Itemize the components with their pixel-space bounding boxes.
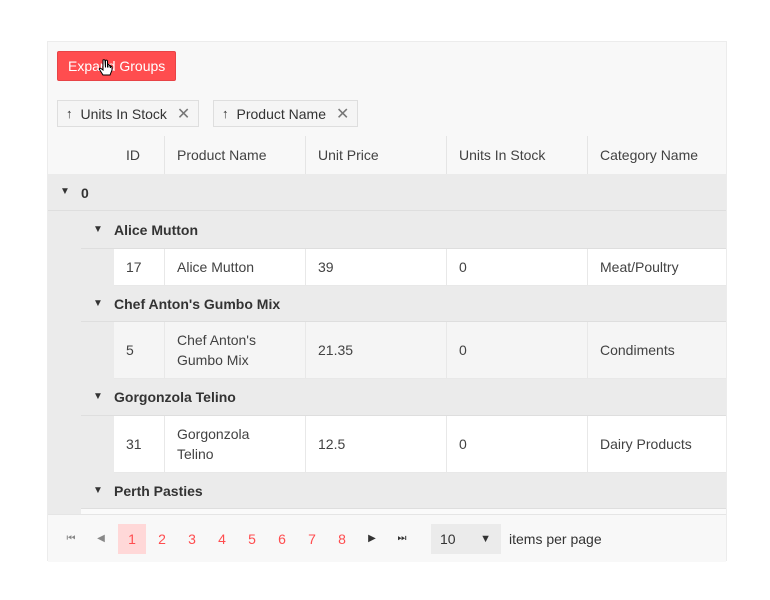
page-size-select[interactable]: 10 ▼ <box>431 524 501 554</box>
sort-ascending-icon: ↑ <box>66 106 73 121</box>
hand-cursor-icon <box>98 59 113 76</box>
group-indent <box>48 211 81 514</box>
group-row-perth-pasties[interactable]: ▼ Perth Pasties <box>81 473 726 509</box>
sort-ascending-icon: ↑ <box>222 106 229 121</box>
group-title: Gorgonzola Telino <box>114 389 236 405</box>
table-row[interactable]: 17 Alice Mutton 39 0 Meat/Poultry <box>114 249 726 286</box>
group-row-chef-antons[interactable]: ▼ Chef Anton's Gumbo Mix <box>81 286 726 322</box>
cell-product-name: Gorgonzola Telino <box>164 416 305 472</box>
grid-toolbar: Expand Groups <box>48 42 726 93</box>
group-indent <box>81 249 114 286</box>
group-chip-units-in-stock[interactable]: ↑ Units In Stock ✕ <box>57 100 200 127</box>
grid: Expand Groups ↑ Units In Stock ✕ ↑ Produ… <box>47 41 727 562</box>
group-row-alice-mutton[interactable]: ▼ Alice Mutton <box>81 211 726 249</box>
table-row[interactable]: 31 Gorgonzola Telino 12.5 0 Dairy Produc… <box>114 416 726 473</box>
previous-page-icon[interactable]: ◀ <box>87 524 115 554</box>
group-chip-label: Product Name <box>236 105 326 122</box>
caret-down-icon[interactable]: ▼ <box>93 298 103 309</box>
page-button-1[interactable]: 1 <box>118 524 146 554</box>
group-title: Chef Anton's Gumbo Mix <box>114 296 281 312</box>
cell-product-name: Alice Mutton <box>164 249 305 285</box>
caret-down-icon[interactable]: ▼ <box>60 186 70 197</box>
page-button-6[interactable]: 6 <box>268 524 296 554</box>
remove-group-icon[interactable]: ✕ <box>177 104 190 124</box>
cell-unit-price: 12.5 <box>305 416 446 472</box>
caret-down-icon[interactable]: ▼ <box>93 224 103 235</box>
cell-category-name: Dairy Products <box>587 416 726 472</box>
caret-down-icon[interactable]: ▼ <box>93 391 103 402</box>
page-button-4[interactable]: 4 <box>208 524 236 554</box>
column-header-id[interactable]: ID <box>114 136 164 174</box>
group-chip-product-name[interactable]: ↑ Product Name ✕ <box>213 100 359 127</box>
page-size-value: 10 <box>440 531 456 547</box>
cell-category-name: Meat/Poultry <box>587 249 726 285</box>
cell-product-name: Chef Anton's Gumbo Mix <box>164 322 305 378</box>
first-page-icon[interactable]: ⏮ <box>57 524 85 554</box>
group-chip-label: Units In Stock <box>80 105 167 122</box>
page-button-5[interactable]: 5 <box>238 524 266 554</box>
page-button-8[interactable]: 8 <box>328 524 356 554</box>
group-title: Alice Mutton <box>114 222 198 238</box>
page-button-3[interactable]: 3 <box>178 524 206 554</box>
group-row-level-1[interactable]: ▼ 0 <box>48 174 726 211</box>
column-header-row: ID Product Name Unit Price Units In Stoc… <box>48 136 726 175</box>
cell-id: 17 <box>126 259 142 275</box>
expand-groups-button[interactable]: Expand Groups <box>57 51 177 81</box>
column-header-units-in-stock[interactable]: Units In Stock <box>446 136 587 174</box>
cell-category-name: Condiments <box>587 322 726 378</box>
remove-group-icon[interactable]: ✕ <box>336 104 349 124</box>
page-button-7[interactable]: 7 <box>298 524 326 554</box>
chevron-down-icon: ▼ <box>480 533 491 545</box>
column-header-unit-price[interactable]: Unit Price <box>305 136 446 174</box>
cell-id: 5 <box>126 342 134 358</box>
page-size-label: items per page <box>509 531 602 547</box>
next-page-icon[interactable]: ▶ <box>358 524 386 554</box>
cell-unit-price: 21.35 <box>305 322 446 378</box>
cell-unit-price: 39 <box>305 249 446 285</box>
column-header-category-name[interactable]: Category Name <box>587 136 728 174</box>
page-button-2[interactable]: 2 <box>148 524 176 554</box>
group-indent <box>81 416 114 473</box>
caret-down-icon[interactable]: ▼ <box>93 485 103 496</box>
group-title: 0 <box>81 185 89 201</box>
table-row[interactable]: 5 Chef Anton's Gumbo Mix 21.35 0 Condime… <box>114 322 726 379</box>
cell-units-in-stock: 0 <box>446 416 587 472</box>
group-row-gorgonzola-telino[interactable]: ▼ Gorgonzola Telino <box>81 379 726 416</box>
grid-body: ▼ 0 ▼ Alice Mutton 17 Alice Mutton 39 0 … <box>48 174 726 514</box>
group-title: Perth Pasties <box>114 483 203 499</box>
cell-units-in-stock: 0 <box>446 322 587 378</box>
cell-id: 31 <box>126 436 142 452</box>
pager: ⏮ ◀ 1 2 3 4 5 6 7 8 ▶ ⏭ 10 ▼ items per p… <box>48 514 726 562</box>
column-header-product-name[interactable]: Product Name <box>164 136 305 174</box>
cell-units-in-stock: 0 <box>446 249 587 285</box>
group-indent <box>81 322 114 379</box>
group-panel: ↑ Units In Stock ✕ ↑ Product Name ✕ <box>48 92 726 137</box>
last-page-icon[interactable]: ⏭ <box>388 524 416 554</box>
